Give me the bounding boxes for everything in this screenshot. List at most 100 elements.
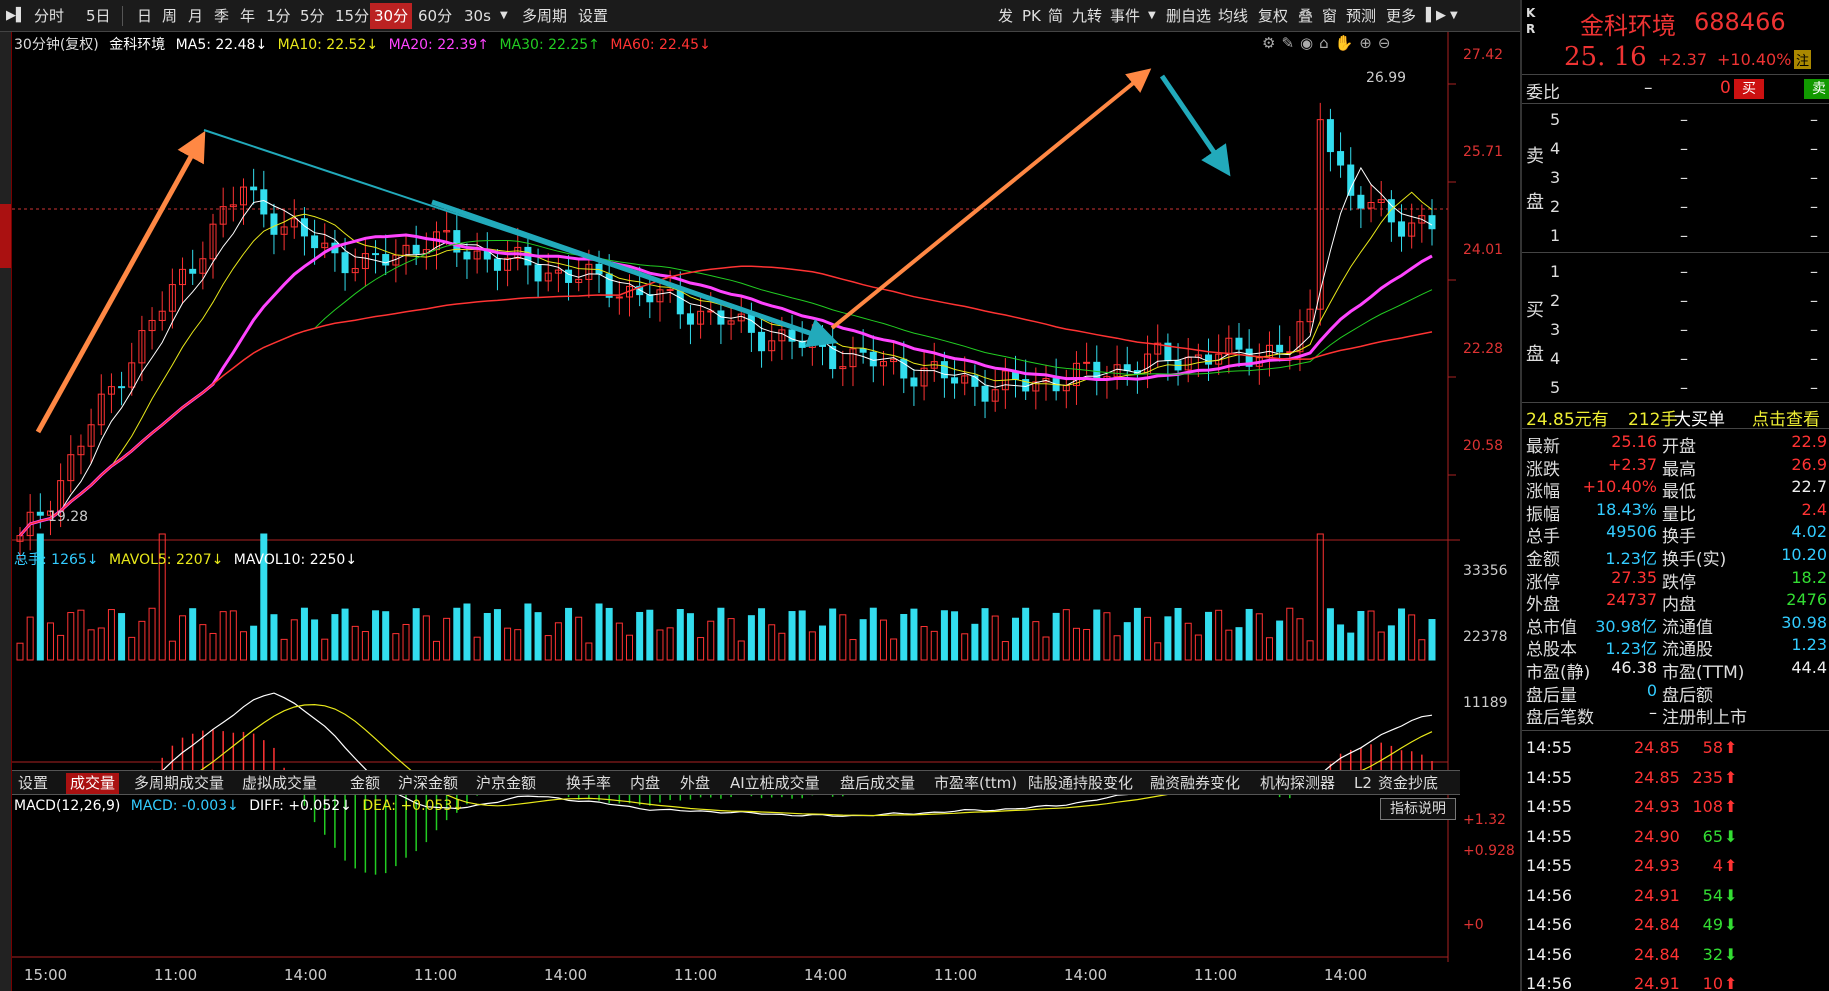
tab-5day[interactable]: 5日	[82, 3, 115, 29]
volume-bar	[534, 612, 542, 661]
btn-jian[interactable]: 简	[1044, 3, 1067, 29]
tab-multiperiod[interactable]: 多周期	[518, 3, 571, 29]
tab-week[interactable]: 周	[158, 3, 181, 29]
dropdown-arrow-icon[interactable]: ▼	[496, 3, 512, 29]
tab-indicator[interactable]: 成交量	[66, 773, 120, 794]
info-value: 46.38	[1611, 658, 1657, 677]
tab-settings[interactable]: 设置	[574, 3, 612, 29]
tab-30s[interactable]: 30s	[460, 3, 495, 29]
tick-row: 14:55 24.90 65 ⬇	[1522, 823, 1829, 853]
sell-button[interactable]: 卖	[1804, 79, 1829, 99]
btn-fa[interactable]: 发	[994, 3, 1017, 29]
candle-body	[382, 254, 390, 266]
btn-more[interactable]: 更多	[1382, 3, 1420, 29]
volume-bar	[676, 609, 684, 661]
btn-jiuzhuan[interactable]: 九转	[1068, 3, 1106, 29]
btn-window[interactable]: 窗	[1318, 3, 1341, 29]
indicator-help-button[interactable]: 指标说明	[1380, 798, 1456, 820]
volume-bar	[300, 607, 308, 661]
info-label: 市盈(TTM)	[1662, 663, 1745, 683]
tab-indicator[interactable]: AI立桩成交量	[726, 773, 824, 794]
events-dropdown-icon[interactable]: ▼	[1144, 3, 1160, 29]
candle-body	[859, 348, 867, 353]
note-badge[interactable]: 注	[1794, 50, 1812, 69]
left-sidebar[interactable]	[0, 32, 12, 991]
tab-indicator[interactable]: 陆股通持股变化	[1024, 773, 1137, 794]
tab-indicator[interactable]: L2	[1350, 773, 1376, 794]
arrow-up-icon: ⬆	[1724, 856, 1738, 875]
buy-level-price: –	[1680, 320, 1688, 339]
tab-indicator[interactable]: 盘后成交量	[836, 773, 919, 794]
volume-bar	[1083, 628, 1091, 661]
arrow-down-icon: ⬇	[1724, 915, 1738, 934]
btn-events[interactable]: 事件	[1106, 3, 1144, 29]
mavol10-legend: MAVOL10: 2250↓	[233, 552, 358, 568]
time-axis-label: 14:00	[544, 966, 588, 984]
ma5-line	[19, 166, 1433, 536]
info-label: 最高	[1662, 459, 1696, 480]
btn-ma[interactable]: 均线	[1214, 3, 1252, 29]
info-value: 18.2	[1791, 567, 1827, 587]
more-dropdown-icon[interactable]: ▼	[1446, 3, 1462, 29]
kr-indicator-k[interactable]: K	[1526, 6, 1535, 20]
tab-indicator[interactable]: 外盘	[676, 773, 714, 794]
volume-bar	[321, 638, 329, 661]
volume-bar	[46, 622, 54, 661]
btn-adjust[interactable]: 复权	[1254, 3, 1292, 29]
sell-side-label: 卖	[1526, 146, 1544, 167]
tick-price: 24.84	[1634, 915, 1680, 934]
buy-button[interactable]: 买	[1734, 79, 1764, 99]
tab-day[interactable]: 日	[133, 3, 156, 29]
info-label: 振幅	[1526, 504, 1560, 525]
tab-indicator[interactable]: 金额	[346, 773, 384, 794]
info-label: 盘后量	[1526, 685, 1577, 706]
volume-bar	[686, 613, 694, 661]
tab-indicator[interactable]: 机构探测器	[1256, 773, 1339, 794]
candle-body	[1398, 221, 1406, 237]
info-label: 盘后笔数	[1526, 708, 1594, 729]
tab-indicator[interactable]: 沪深金额	[394, 773, 462, 794]
btn-overlay[interactable]: 叠	[1294, 3, 1317, 29]
tab-15min[interactable]: 15分	[331, 3, 373, 29]
tab-indicator[interactable]: 虚拟成交量	[238, 773, 321, 794]
kline-chart[interactable]	[12, 32, 1460, 991]
tab-60min[interactable]: 60分	[414, 3, 456, 29]
big-order-label: 大买单	[1674, 410, 1725, 430]
tab-indicator[interactable]: 多周期成交量	[130, 773, 228, 794]
collapse-icon[interactable]: ▶▌	[2, 3, 30, 29]
volume-bar	[239, 631, 247, 661]
tab-indicator[interactable]: 内盘	[626, 773, 664, 794]
volume-bar	[1347, 632, 1355, 661]
chart-tool-icons[interactable]: ⚙✎◉⌂✋⊕⊖	[1262, 34, 1396, 52]
tab-indicator[interactable]: 融资融券变化	[1146, 773, 1244, 794]
tick-time: 14:56	[1526, 974, 1573, 991]
volume-bar	[991, 615, 999, 661]
tab-indicator[interactable]: 换手率	[562, 773, 615, 794]
big-order-link[interactable]: 点击查看	[1752, 405, 1820, 430]
big-order-price: 24.85元有	[1526, 410, 1609, 430]
tab-month[interactable]: 月	[184, 3, 207, 29]
candle-body	[605, 273, 613, 298]
tab-indicator[interactable]: 市盈率(ttm)	[930, 773, 1021, 794]
info-label: 涨幅	[1526, 482, 1560, 503]
tick-volume: 58	[1702, 738, 1723, 757]
kr-indicator-r[interactable]: R	[1526, 22, 1535, 36]
tab-1min[interactable]: 1分	[262, 3, 295, 29]
btn-remove-watch[interactable]: 删自选	[1162, 3, 1215, 29]
tab-fenshi[interactable]: 分时	[30, 3, 68, 29]
volume-bar	[758, 608, 766, 661]
tick-volume: 4	[1712, 856, 1723, 875]
tab-5min[interactable]: 5分	[296, 3, 329, 29]
info-label: 流通值	[1662, 617, 1713, 638]
info-label: 市盈(静)	[1526, 663, 1591, 683]
tab-indicator[interactable]: 沪京金额	[472, 773, 540, 794]
tab-year[interactable]: 年	[236, 3, 259, 29]
volume-bar	[1093, 609, 1101, 661]
tab-30min[interactable]: 30分	[370, 3, 413, 29]
tab-indicator[interactable]: 设置	[14, 773, 52, 794]
tab-quarter[interactable]: 季	[210, 3, 233, 29]
time-axis-label: 14:00	[1324, 966, 1368, 984]
tab-indicator[interactable]: 资金抄底	[1374, 773, 1442, 794]
btn-predict[interactable]: 预测	[1342, 3, 1380, 29]
btn-pk[interactable]: PK	[1018, 3, 1045, 29]
